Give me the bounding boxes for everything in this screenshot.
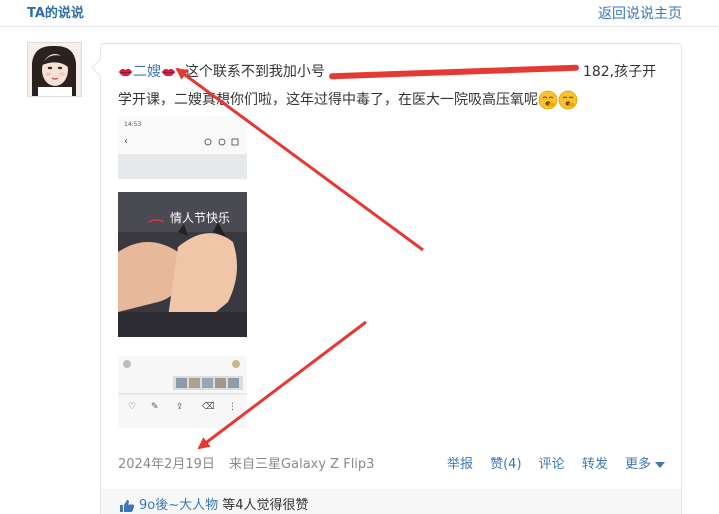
post-source: 来自三星Galaxy Z Flip3 — [229, 457, 375, 472]
svg-text:♡: ♡ — [128, 402, 136, 412]
post-date: 2024年2月19日 — [118, 457, 215, 472]
post-text-start: 这个联系不到我加小号 — [184, 64, 325, 80]
post-actions: 举报 赞(4) 评论 转发 更多 — [434, 453, 665, 472]
post-image-2[interactable]: 情人节快乐 — [118, 192, 247, 337]
svg-text:⌫: ⌫ — [201, 402, 215, 412]
share-sheet-image: ♡ ✎ ⇪ ⌫ ⋮ — [118, 356, 247, 452]
avatar-photo — [28, 43, 81, 96]
chevron-down-icon — [655, 461, 665, 468]
svg-text:⋮: ⋮ — [228, 402, 237, 412]
post-meta: 2024年2月19日 来自三星Galaxy Z Flip3 — [118, 453, 384, 472]
hands-photo-image: 情人节快乐 — [118, 192, 247, 337]
svg-text:✎: ✎ — [151, 402, 159, 412]
comment-link[interactable]: 评论 — [539, 457, 565, 472]
lips-emoji-icon — [161, 68, 176, 77]
more-label: 更多 — [624, 457, 651, 472]
back-to-shuoshuo-link[interactable]: 返回说说主页 — [598, 3, 682, 23]
svg-text:⇪: ⇪ — [176, 402, 184, 412]
more-menu[interactable]: 更多 — [625, 457, 665, 472]
avatar[interactable] — [27, 42, 82, 97]
forward-link[interactable]: 转发 — [582, 457, 608, 472]
screenshot-image: 14:53 ‹ — [118, 116, 247, 179]
liker-name[interactable]: 9o後~大人物 — [139, 498, 218, 513]
image-caption: 情人节快乐 — [170, 211, 230, 225]
thumbs-up-icon — [120, 499, 135, 512]
report-link[interactable]: 举报 — [447, 457, 473, 472]
likes-summary: 9o後~大人物 等4人觉得很赞 — [119, 494, 309, 513]
top-bar: TA的说说 返回说说主页 — [0, 0, 719, 27]
post-card: 二嫂 这个联系不到我加小号 182,孩子开学开课，二嫂真想你们啦，这年过得中毒了，… — [100, 43, 682, 491]
svg-text:‹: ‹ — [124, 136, 128, 147]
likes-bar: 9o後~大人物 等4人觉得很赞 — [100, 489, 682, 514]
red-redaction-mark — [328, 64, 579, 80]
like-link[interactable]: 赞(4) — [490, 457, 521, 472]
yawn-emoji-icon — [558, 90, 578, 110]
likes-suffix: 等4人觉得很赞 — [222, 498, 309, 513]
page-title: TA的说说 — [27, 6, 84, 21]
post-author[interactable]: 二嫂 — [133, 64, 161, 80]
image-status-time: 14:53 — [124, 121, 141, 128]
post-image-3[interactable]: ♡ ✎ ⇪ ⌫ ⋮ — [118, 356, 247, 452]
lips-emoji-icon — [118, 68, 133, 77]
post-text: 二嫂 这个联系不到我加小号 182,孩子开学开课，二嫂真想你们啦，这年过得中毒了，… — [118, 58, 666, 114]
yawn-emoji-icon — [538, 90, 558, 110]
post-image-1[interactable]: 14:53 ‹ — [118, 116, 247, 179]
